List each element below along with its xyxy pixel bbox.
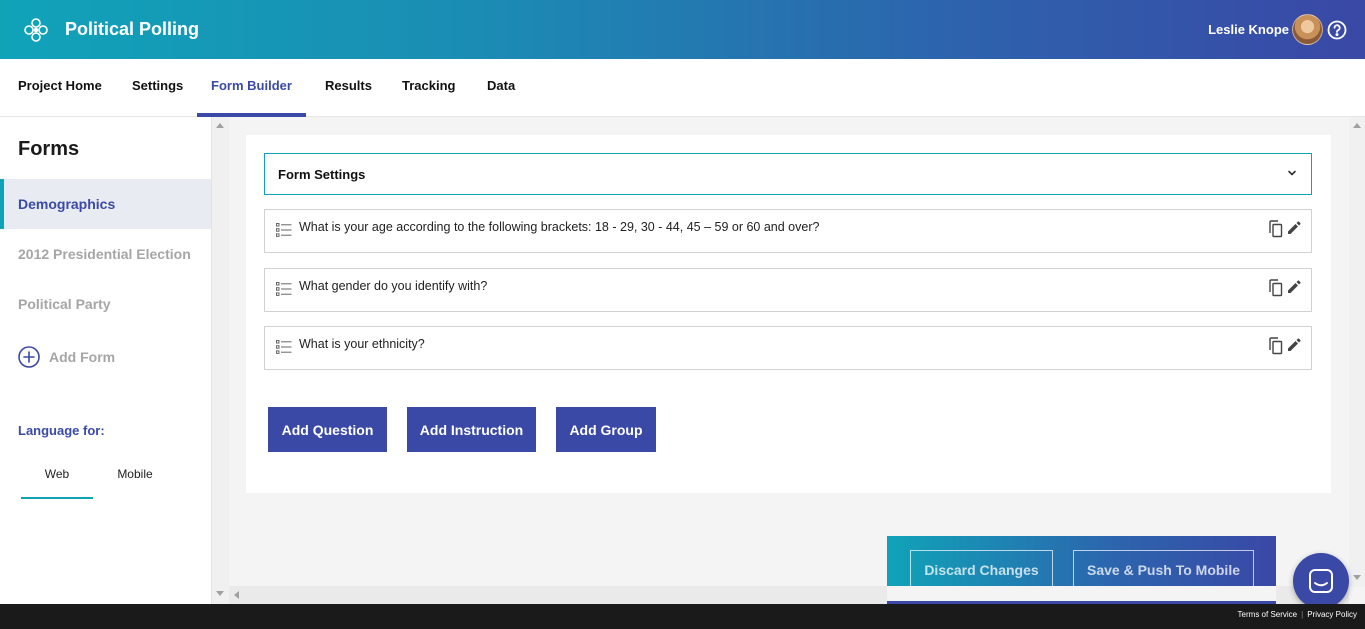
sidebar-scrollbar[interactable] bbox=[211, 117, 229, 604]
forms-sidebar: Forms Demographics 2012 Presidential Ele… bbox=[0, 117, 211, 604]
question-text: What gender do you identify with? bbox=[299, 279, 488, 293]
list-icon bbox=[276, 340, 292, 354]
user-avatar[interactable] bbox=[1292, 14, 1323, 45]
add-form-button[interactable]: Add Form bbox=[18, 345, 115, 369]
question-row[interactable]: What gender do you identify with? bbox=[264, 268, 1312, 312]
tab-settings[interactable]: Settings bbox=[132, 59, 183, 117]
tab-project-home[interactable]: Project Home bbox=[18, 59, 102, 117]
top-header-bar: Political Polling Leslie Knope bbox=[0, 0, 1365, 59]
footer-links: Terms of Service | Privacy Policy bbox=[1238, 610, 1357, 619]
question-text: What is your ethnicity? bbox=[299, 337, 425, 351]
sidebar-item-2012-presidential-election[interactable]: 2012 Presidential Election bbox=[0, 229, 211, 279]
sidebar-item-demographics[interactable]: Demographics bbox=[0, 179, 211, 229]
plus-circle-icon bbox=[18, 346, 40, 368]
tab-form-builder[interactable]: Form Builder bbox=[197, 59, 306, 117]
app-title[interactable]: Political Polling bbox=[65, 19, 199, 40]
scroll-up-arrow-icon[interactable] bbox=[216, 123, 224, 128]
question-text: What is your age according to the follow… bbox=[299, 220, 820, 234]
sidebar-item-political-party[interactable]: Political Party bbox=[0, 279, 211, 329]
add-instruction-button[interactable]: Add Instruction bbox=[407, 407, 536, 452]
add-group-button[interactable]: Add Group bbox=[556, 407, 656, 452]
pencil-edit-icon[interactable] bbox=[1286, 337, 1302, 353]
add-form-label: Add Form bbox=[49, 349, 116, 365]
footer-separator: | bbox=[1301, 610, 1304, 619]
copy-icon[interactable] bbox=[1267, 337, 1283, 355]
question-row[interactable]: What is your age according to the follow… bbox=[264, 209, 1312, 253]
form-builder-card: Form Settings What is your age according… bbox=[246, 135, 1331, 493]
copy-icon[interactable] bbox=[1267, 220, 1283, 238]
user-name[interactable]: Leslie Knope bbox=[1208, 22, 1289, 37]
tab-data[interactable]: Data bbox=[487, 59, 515, 117]
save-action-bar: Discard Changes Save & Push To Mobile bbox=[887, 536, 1276, 586]
pencil-edit-icon[interactable] bbox=[1286, 279, 1302, 295]
action-bar-edge bbox=[887, 586, 1276, 604]
help-circle-icon[interactable] bbox=[1327, 20, 1347, 40]
form-settings-label: Form Settings bbox=[278, 166, 366, 182]
privacy-policy-link[interactable]: Privacy Policy bbox=[1307, 610, 1357, 619]
discard-changes-button[interactable]: Discard Changes bbox=[910, 550, 1053, 586]
main-vertical-scrollbar[interactable] bbox=[1349, 117, 1365, 587]
tab-results[interactable]: Results bbox=[325, 59, 372, 117]
list-icon bbox=[276, 223, 292, 237]
language-tab-mobile[interactable]: Mobile bbox=[99, 459, 171, 499]
tab-tracking[interactable]: Tracking bbox=[402, 59, 455, 117]
chat-launcher-button[interactable] bbox=[1293, 553, 1349, 609]
copy-icon[interactable] bbox=[1267, 279, 1283, 297]
pencil-edit-icon[interactable] bbox=[1286, 220, 1302, 236]
language-label: Language for: bbox=[18, 423, 105, 438]
add-question-button[interactable]: Add Question bbox=[268, 407, 387, 452]
scroll-down-arrow-icon[interactable] bbox=[1353, 575, 1361, 580]
flower-logo-icon[interactable] bbox=[22, 16, 50, 44]
language-tab-web[interactable]: Web bbox=[21, 459, 93, 499]
page-footer: Terms of Service | Privacy Policy bbox=[0, 604, 1365, 629]
terms-of-service-link[interactable]: Terms of Service bbox=[1238, 610, 1298, 619]
scroll-up-arrow-icon[interactable] bbox=[1353, 123, 1361, 128]
save-push-mobile-button[interactable]: Save & Push To Mobile bbox=[1073, 550, 1254, 586]
list-icon bbox=[276, 282, 292, 296]
form-settings-accordion[interactable]: Form Settings bbox=[264, 153, 1312, 195]
main-nav: Project Home Settings Form Builder Resul… bbox=[0, 59, 1365, 117]
scroll-left-arrow-icon[interactable] bbox=[234, 591, 239, 599]
question-row[interactable]: What is your ethnicity? bbox=[264, 326, 1312, 370]
scroll-down-arrow-icon[interactable] bbox=[216, 591, 224, 596]
forms-title: Forms bbox=[18, 138, 80, 160]
chat-icon bbox=[1309, 569, 1333, 593]
chevron-down-icon bbox=[1288, 170, 1296, 176]
